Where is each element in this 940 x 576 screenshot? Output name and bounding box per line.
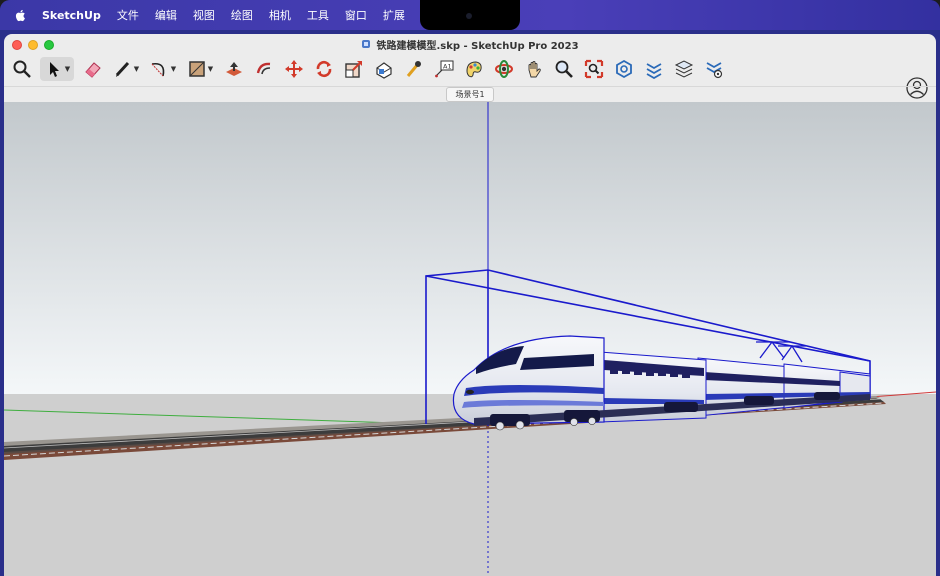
pencil-icon [115,61,129,77]
window-title: 铁路建模模型.skp - SketchUp Pro 2023 [361,37,579,52]
offset-icon [256,62,270,75]
rectangle-tool[interactable]: ▼ [185,57,215,81]
rectangle-icon [189,61,205,77]
eraser-tool[interactable] [81,57,104,81]
camera-notch [420,0,520,30]
arc-icon [151,62,165,77]
menu-draw[interactable]: 绘图 [231,7,253,23]
sketchup-window: 铁路建模模型.skp - SketchUp Pro 2023 ▼ ▼ ▼ ▼ A… [4,34,936,576]
move-tool[interactable] [282,57,305,81]
search-tool[interactable] [10,57,33,81]
3d-warehouse-tool[interactable] [612,57,635,81]
move-icon [284,60,303,78]
menu-view[interactable]: 视图 [193,7,215,23]
chevron-down-icon[interactable]: ▼ [171,65,176,73]
scene-tab[interactable]: 场景号1 [446,87,494,102]
layout-tool[interactable] [672,57,695,81]
material-tool[interactable] [462,57,485,81]
skp-file-icon [362,40,371,48]
layout-icon [674,60,693,78]
menu-file[interactable]: 文件 [117,7,139,23]
minimize-window-button[interactable] [28,40,38,50]
desktop: SketchUp 文件 编辑 视图 绘图 相机 工具 窗口 扩展 帮助 铁路建模… [0,0,940,576]
scale-icon [344,61,362,78]
menu-app-name[interactable]: SketchUp [42,9,101,22]
extension-warehouse-icon [646,63,661,79]
select-arrow-icon [49,62,59,77]
text-label-icon: A1 [434,60,453,78]
window-controls [12,40,54,50]
main-toolbar: ▼ ▼ ▼ ▼ A1 [4,54,936,99]
apple-icon[interactable] [14,9,26,22]
extension-manager-icon [706,62,722,79]
paint-bucket-tool[interactable] [372,57,395,81]
pan-icon [528,61,541,78]
menu-extensions[interactable]: 扩展 [383,7,405,23]
zoom-tool[interactable] [552,57,575,81]
material-icon [465,61,482,78]
model-canvas[interactable] [4,102,936,576]
chevron-down-icon[interactable]: ▼ [134,65,139,73]
push-pull-tool[interactable] [222,57,245,81]
menu-tools[interactable]: 工具 [307,7,329,23]
menu-edit[interactable]: 编辑 [155,7,177,23]
zoom-icon [555,60,573,78]
zoom-extents-icon [584,59,603,79]
window-title-text: 铁路建模模型.skp - SketchUp Pro 2023 [376,40,579,52]
tape-measure-icon [406,61,421,77]
arc-tool[interactable]: ▼ [148,57,178,81]
zoom-window-button[interactable] [44,40,54,50]
3d-viewport[interactable] [4,102,936,576]
pan-tool[interactable] [522,57,545,81]
rotate-icon [316,60,331,78]
push-pull-icon [225,62,242,76]
text-tool[interactable]: A1 [432,57,455,81]
tape-measure-tool[interactable] [402,57,425,81]
menu-window[interactable]: 窗口 [345,7,367,23]
chevron-down-icon[interactable]: ▼ [65,65,70,73]
sky [4,102,936,394]
paint-bucket-icon [375,62,392,79]
chevron-down-icon[interactable]: ▼ [208,65,213,73]
warehouse-icon [615,59,632,79]
select-tool[interactable]: ▼ [40,57,74,81]
orbit-tool[interactable] [492,57,515,81]
extension-manager-tool[interactable] [702,57,725,81]
eraser-icon [84,62,101,78]
close-window-button[interactable] [12,40,22,50]
zoom-extents-tool[interactable] [582,57,605,81]
orbit-icon [494,60,513,78]
offset-tool[interactable] [252,57,275,81]
svg-text:A1: A1 [443,63,452,71]
rotate-tool[interactable] [312,57,335,81]
search-icon [13,60,31,78]
menu-camera[interactable]: 相机 [269,7,291,23]
title-bar: 铁路建模模型.skp - SketchUp Pro 2023 [4,34,936,54]
scene-tab-bar: 场景号1 [4,86,936,102]
pencil-tool[interactable]: ▼ [111,57,141,81]
extension-warehouse-tool[interactable] [642,57,665,81]
scale-tool[interactable] [342,57,365,81]
